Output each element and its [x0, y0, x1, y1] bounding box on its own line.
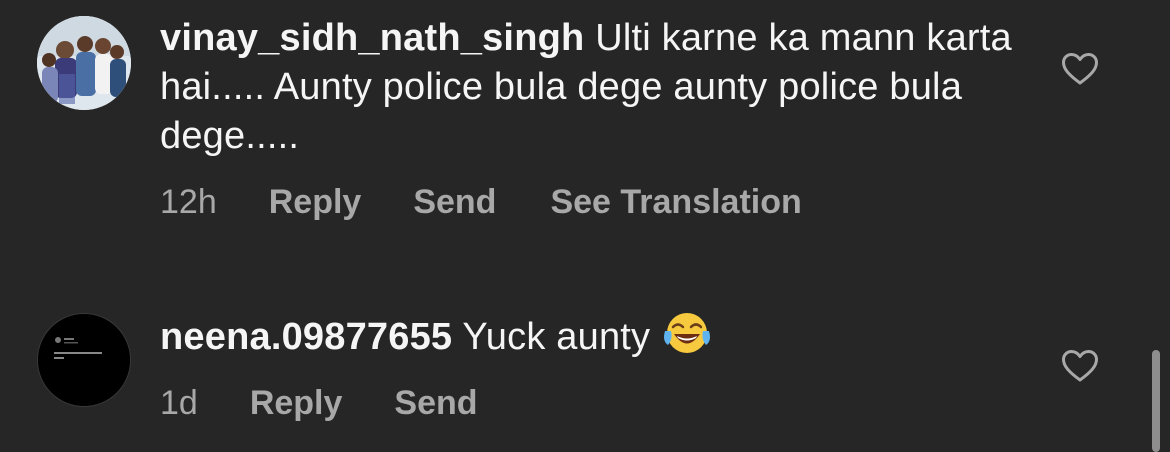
comment-timestamp: 12h — [160, 183, 217, 221]
comment-item: neena.09877655 Yuck aunty 1d Reply Send — [0, 300, 1170, 452]
see-translation-button[interactable]: See Translation — [550, 183, 801, 222]
avatar[interactable] — [37, 313, 131, 407]
comment-username[interactable]: vinay_sidh_nath_singh — [160, 17, 584, 59]
comment-meta: 12h Reply Send See Translation — [160, 183, 802, 222]
scrollbar[interactable] — [1152, 350, 1160, 452]
heart-outline-icon[interactable] — [1061, 52, 1099, 86]
comments-screen: vinay_sidh_nath_singh Ulti karne ka mann… — [0, 0, 1170, 452]
avatar[interactable] — [37, 16, 131, 110]
send-button[interactable]: Send — [394, 384, 477, 423]
comment-username[interactable]: neena.09877655 — [160, 316, 452, 358]
avatar-screenshot-image — [38, 314, 130, 406]
comment-body: neena.09877655 Yuck aunty — [160, 309, 1030, 362]
comment-body: vinay_sidh_nath_singh Ulti karne ka mann… — [160, 14, 1030, 161]
face-with-tears-of-joy-icon — [664, 313, 711, 353]
reply-button[interactable]: Reply — [250, 384, 343, 423]
heart-outline-icon[interactable] — [1061, 349, 1099, 383]
comment-item: vinay_sidh_nath_singh Ulti karne ka mann… — [0, 0, 1170, 240]
comment-timestamp: 1d — [160, 384, 198, 422]
comment-meta: 1d Reply Send — [160, 384, 478, 423]
reply-button[interactable]: Reply — [269, 183, 362, 222]
send-button[interactable]: Send — [413, 183, 496, 222]
comment-text: Yuck aunty — [462, 316, 651, 358]
avatar-group-photo — [37, 16, 131, 110]
